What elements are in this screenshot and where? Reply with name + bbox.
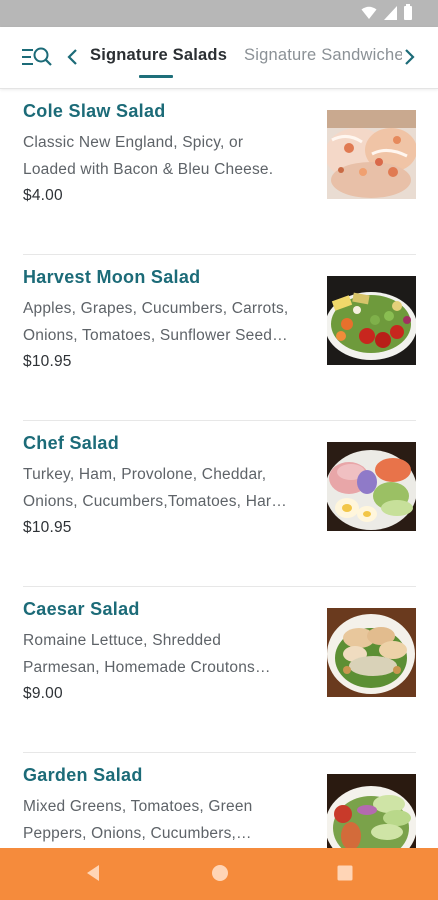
item-price: $10.95 <box>23 519 72 536</box>
item-photo <box>327 774 416 848</box>
system-navigation-bar <box>0 848 438 900</box>
status-icons <box>361 4 412 20</box>
menu-item-chef-salad[interactable]: Chef Salad Turkey, Ham, Provolone, Chedd… <box>0 421 438 587</box>
item-price: $10.95 <box>23 353 72 370</box>
menu-item-garden-salad[interactable]: Garden Salad Mixed Greens, Tomatoes, Gre… <box>0 753 438 848</box>
chevron-left-icon[interactable] <box>66 46 80 68</box>
item-description-line: Parmesan, Homemade Croutons… <box>23 659 271 676</box>
cell-signal-icon <box>384 6 397 20</box>
item-name: Caesar Salad <box>23 599 140 619</box>
item-description: Turkey, Ham, Provolone, Cheddar, Onions,… <box>23 461 313 515</box>
category-tab-bar: Signature Salads Signature Sandwiches <box>0 27 438 89</box>
battery-icon <box>404 4 412 20</box>
item-name: Harvest Moon Salad <box>23 267 201 287</box>
item-name: Cole Slaw Salad <box>23 101 166 121</box>
item-photo <box>327 110 416 199</box>
item-description-line: Classic New England, Spicy, or <box>23 134 244 151</box>
item-description: Mixed Greens, Tomatoes, Green Peppers, O… <box>23 793 313 847</box>
item-description-line: Turkey, Ham, Provolone, Cheddar, <box>23 466 267 483</box>
menu-item-harvest-moon-salad[interactable]: Harvest Moon Salad Apples, Grapes, Cucum… <box>0 255 438 421</box>
item-description-line: Romaine Lettuce, Shredded <box>23 632 222 649</box>
item-photo <box>327 442 416 531</box>
item-price: $4.00 <box>23 187 63 204</box>
item-description: Classic New England, Spicy, or Loaded wi… <box>23 129 313 183</box>
menu-search-icon[interactable] <box>20 45 54 69</box>
recents-square-icon[interactable] <box>337 865 353 881</box>
item-description-line: Loaded with Bacon & Bleu Cheese. <box>23 161 274 178</box>
item-name: Garden Salad <box>23 765 143 785</box>
menu-item-list[interactable]: Cole Slaw Salad Classic New England, Spi… <box>0 89 438 848</box>
item-description-line: Mixed Greens, Tomatoes, Green <box>23 798 253 815</box>
back-triangle-icon[interactable] <box>86 864 100 882</box>
chevron-right-icon[interactable] <box>402 46 416 68</box>
item-photo <box>327 276 416 365</box>
item-name: Chef Salad <box>23 433 120 453</box>
tab-signature-sandwiches[interactable]: Signature Sandwiches <box>244 46 402 65</box>
item-description-line: Onions, Cucumbers,Tomatoes, Har… <box>23 493 287 510</box>
active-tab-indicator <box>139 75 173 78</box>
menu-item-cole-slaw-salad[interactable]: Cole Slaw Salad Classic New England, Spi… <box>0 89 438 255</box>
wifi-icon <box>361 6 377 19</box>
item-description: Apples, Grapes, Cucumbers, Carrots, Onio… <box>23 295 313 349</box>
item-description-line: Apples, Grapes, Cucumbers, Carrots, <box>23 300 289 317</box>
item-description: Romaine Lettuce, Shredded Parmesan, Home… <box>23 627 313 681</box>
home-circle-icon[interactable] <box>211 864 229 882</box>
item-description-line: Onions, Tomatoes, Sunflower Seed… <box>23 327 288 344</box>
item-description-line: Peppers, Onions, Cucumbers,… <box>23 825 252 842</box>
status-bar <box>0 0 438 27</box>
menu-item-caesar-salad[interactable]: Caesar Salad Romaine Lettuce, Shredded P… <box>0 587 438 753</box>
item-photo <box>327 608 416 697</box>
item-price: $9.00 <box>23 685 63 702</box>
tab-signature-salads[interactable]: Signature Salads <box>90 46 227 65</box>
